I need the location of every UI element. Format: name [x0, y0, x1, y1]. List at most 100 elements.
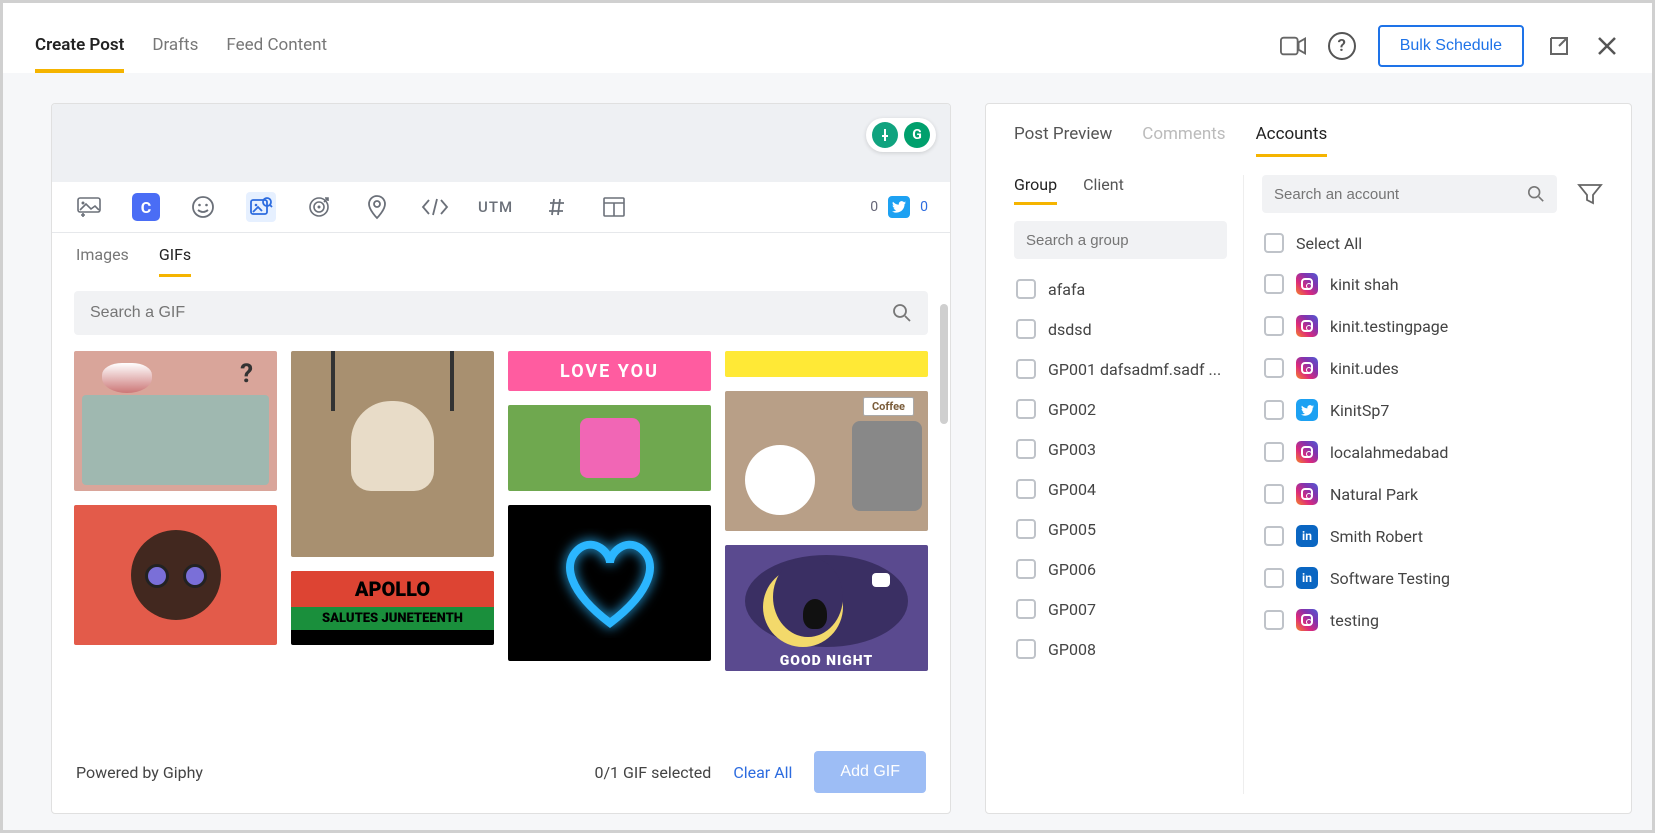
video-icon[interactable]: [1280, 33, 1306, 59]
checkbox[interactable]: [1016, 479, 1036, 499]
tab-post-preview[interactable]: Post Preview: [1014, 124, 1112, 157]
bulk-schedule-button[interactable]: Bulk Schedule: [1378, 25, 1524, 67]
checkbox[interactable]: [1016, 519, 1036, 539]
group-row[interactable]: GP007: [1014, 589, 1227, 629]
account-row[interactable]: in Software Testing: [1262, 557, 1603, 599]
checkbox[interactable]: [1264, 358, 1284, 378]
hashtag-icon[interactable]: [541, 192, 571, 222]
main-row: G C: [3, 103, 1652, 830]
group-row[interactable]: GP001 dafsadmf.sadf ...: [1014, 349, 1227, 389]
tab-create-post[interactable]: Create Post: [35, 35, 124, 73]
sub-tab-client[interactable]: Client: [1083, 175, 1124, 205]
gif-thumb[interactable]: Coffee: [725, 391, 928, 531]
checkbox[interactable]: [1264, 316, 1284, 336]
checkbox[interactable]: [1264, 400, 1284, 420]
checkbox[interactable]: [1264, 526, 1284, 546]
group-row[interactable]: GP005: [1014, 509, 1227, 549]
checkbox[interactable]: [1016, 399, 1036, 419]
account-row[interactable]: kinit.testingpage: [1262, 305, 1603, 347]
checkbox[interactable]: [1264, 568, 1284, 588]
help-icon[interactable]: ?: [1328, 32, 1356, 60]
account-row[interactable]: inSmith Robert: [1262, 515, 1603, 557]
gif-footer: Powered by Giphy 0/1 GIF selected Clear …: [52, 735, 950, 813]
checkbox[interactable]: [1264, 233, 1284, 253]
checkbox[interactable]: [1016, 599, 1036, 619]
group-row[interactable]: GP004: [1014, 469, 1227, 509]
checkbox[interactable]: [1016, 319, 1036, 339]
media-library-icon[interactable]: [74, 192, 104, 222]
target-icon[interactable]: [304, 192, 334, 222]
linkedin-icon: in: [1296, 567, 1318, 589]
group-row[interactable]: GP003: [1014, 429, 1227, 469]
filter-icon[interactable]: [1577, 182, 1603, 206]
gif-thumb[interactable]: [508, 505, 711, 661]
add-gif-button[interactable]: Add GIF: [814, 751, 926, 793]
tab-feed-content[interactable]: Feed Content: [226, 35, 327, 73]
scrollbar[interactable]: [940, 304, 948, 424]
account-row[interactable]: kinit shah: [1262, 263, 1603, 305]
top-actions: ? Bulk Schedule: [1280, 25, 1620, 67]
grammarly-pill[interactable]: G: [866, 118, 936, 152]
group-row[interactable]: afafa: [1014, 269, 1227, 309]
checkbox[interactable]: [1016, 639, 1036, 659]
utm-button[interactable]: UTM: [478, 198, 513, 216]
clear-all-link[interactable]: Clear All: [733, 763, 792, 782]
gif-thumb[interactable]: [508, 405, 711, 491]
instagram-icon: [1296, 357, 1318, 379]
gif-thumb[interactable]: [291, 351, 494, 557]
account-row[interactable]: KinitSp7: [1262, 389, 1603, 431]
account-row[interactable]: testing: [1262, 599, 1603, 641]
checkbox[interactable]: [1016, 559, 1036, 579]
gif-thumb[interactable]: APOLLO SALUTES JUNETEENTH: [291, 571, 494, 645]
gif-search-input[interactable]: [90, 304, 892, 322]
gif-search-box[interactable]: [74, 291, 928, 335]
gif-thumb[interactable]: GOOD NIGHT: [725, 545, 928, 671]
account-label: testing: [1330, 611, 1379, 630]
gif-grid: ?: [52, 335, 950, 735]
composer-toolbar: C UTM: [52, 182, 950, 233]
checkbox[interactable]: [1264, 610, 1284, 630]
canva-icon[interactable]: C: [132, 193, 160, 221]
emoji-icon[interactable]: [188, 192, 218, 222]
gif-thumb[interactable]: [725, 351, 928, 377]
group-row[interactable]: dsdsd: [1014, 309, 1227, 349]
gif-search-icon[interactable]: [246, 192, 276, 222]
account-row[interactable]: Natural Park: [1262, 473, 1603, 515]
account-label: kinit shah: [1330, 275, 1399, 294]
account-row[interactable]: kinit.udes: [1262, 347, 1603, 389]
tab-drafts[interactable]: Drafts: [152, 35, 198, 73]
select-all-row[interactable]: Select All: [1262, 223, 1603, 263]
checkbox[interactable]: [1016, 439, 1036, 459]
tab-accounts[interactable]: Accounts: [1256, 124, 1328, 157]
group-row[interactable]: GP008: [1014, 629, 1227, 669]
group-row[interactable]: GP006: [1014, 549, 1227, 589]
gif-thumb[interactable]: [74, 505, 277, 645]
checkbox[interactable]: [1264, 484, 1284, 504]
close-icon[interactable]: [1594, 33, 1620, 59]
group-search-box[interactable]: [1014, 221, 1227, 259]
gif-thumb[interactable]: ?: [74, 351, 277, 491]
composer-text-area[interactable]: G: [52, 104, 950, 182]
group-row[interactable]: GP002: [1014, 389, 1227, 429]
account-search-input[interactable]: [1274, 186, 1527, 203]
sub-tab-group[interactable]: Group: [1014, 175, 1057, 205]
template-icon[interactable]: [599, 192, 629, 222]
gif-thumb[interactable]: LOVE YOU: [508, 351, 711, 391]
location-icon[interactable]: [362, 192, 392, 222]
code-icon[interactable]: [420, 192, 450, 222]
tab-images[interactable]: Images: [76, 245, 129, 277]
checkbox[interactable]: [1264, 274, 1284, 294]
account-label: Software Testing: [1330, 569, 1450, 588]
checkbox[interactable]: [1016, 279, 1036, 299]
group-label: GP007: [1048, 600, 1096, 619]
tab-gifs[interactable]: GIFs: [159, 245, 191, 277]
account-search-box[interactable]: [1262, 175, 1557, 213]
popout-icon[interactable]: [1546, 33, 1572, 59]
group-label: GP002: [1048, 400, 1096, 419]
accounts-column: Select All kinit shah kinit.testingpageki…: [1254, 175, 1603, 794]
toolbar-right: 0 0: [870, 196, 928, 218]
checkbox[interactable]: [1264, 442, 1284, 462]
checkbox[interactable]: [1016, 359, 1036, 379]
account-row[interactable]: localahmedabad: [1262, 431, 1603, 473]
group-search-input[interactable]: [1026, 232, 1225, 249]
